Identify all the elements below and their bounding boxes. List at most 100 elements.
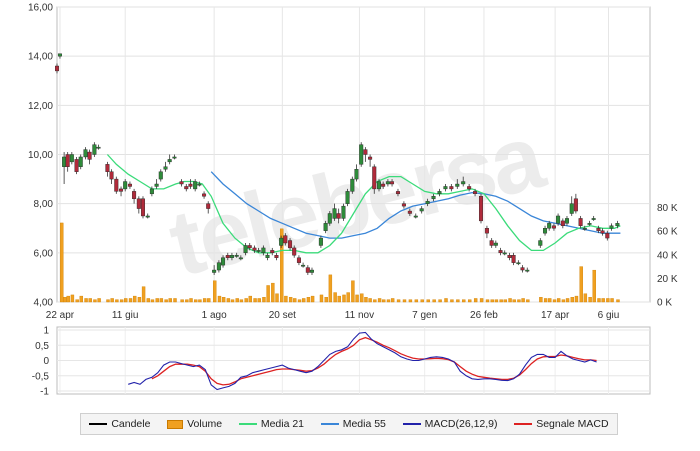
- volume-bar: [137, 297, 142, 303]
- price-panel: telebersa4,006,008,0010,0012,0014,0016,0…: [28, 3, 678, 322]
- volume-bar: [396, 299, 401, 303]
- volume-bar: [168, 298, 172, 303]
- candle: [206, 203, 211, 209]
- candle: [283, 235, 288, 244]
- volume-bar: [194, 299, 198, 303]
- volume-bar: [386, 299, 391, 303]
- volume-bar: [570, 297, 575, 303]
- volume-bar: [84, 298, 88, 303]
- candle: [238, 257, 243, 260]
- candle: [145, 215, 150, 218]
- volume-bar: [257, 298, 261, 303]
- candle: [455, 183, 460, 187]
- volume-bar: [226, 298, 231, 303]
- candle: [381, 183, 386, 187]
- candle: [74, 159, 79, 172]
- volume-bar: [266, 285, 270, 303]
- volume-bar: [275, 293, 279, 303]
- volume-bar: [402, 299, 407, 303]
- volume-bar: [202, 298, 207, 303]
- candle: [114, 178, 119, 192]
- volume-tick-label: 40 K: [657, 250, 678, 261]
- volume-bar: [221, 297, 226, 303]
- candle: [154, 183, 159, 187]
- volume-bar: [248, 295, 253, 303]
- candle: [87, 151, 92, 160]
- candle: [354, 169, 359, 180]
- volume-bar: [543, 298, 548, 303]
- volume-bar: [288, 297, 293, 303]
- volume-bar: [456, 299, 460, 303]
- volume-bar: [561, 299, 566, 303]
- candle: [279, 237, 284, 246]
- candle: [92, 144, 97, 155]
- candle: [431, 196, 436, 199]
- x-tick-label: 7 gen: [412, 310, 437, 321]
- volume-bar: [548, 298, 552, 303]
- candle: [578, 218, 583, 226]
- volume-bar: [606, 298, 610, 303]
- legend-label: Candele: [111, 418, 151, 430]
- candle: [443, 186, 448, 190]
- candle: [609, 225, 614, 229]
- y-tick-label: 16,00: [28, 3, 53, 14]
- candle: [437, 191, 442, 195]
- candle: [216, 262, 221, 271]
- candle: [551, 225, 556, 229]
- volume-bar: [146, 298, 151, 303]
- volume-bar: [583, 293, 588, 303]
- candle: [493, 242, 498, 246]
- volume-bar: [588, 297, 592, 303]
- candle: [376, 181, 381, 190]
- candle: [109, 171, 114, 180]
- volume-bar: [610, 298, 614, 303]
- candle: [261, 247, 266, 254]
- candle: [55, 65, 60, 72]
- candle: [413, 215, 418, 218]
- volume-bar: [601, 298, 605, 303]
- legend-item: Volume: [167, 418, 222, 430]
- candle: [516, 262, 521, 265]
- volume-bar: [552, 299, 557, 303]
- x-tick-label: 1 ago: [202, 310, 227, 321]
- volume-bar: [328, 274, 333, 303]
- candle: [212, 269, 217, 273]
- volume-bar: [310, 295, 315, 303]
- volume-bar: [494, 299, 499, 303]
- volume-bar: [444, 298, 448, 303]
- candle: [83, 149, 88, 158]
- candle: [179, 181, 184, 185]
- volume-bar: [150, 299, 155, 303]
- x-tick-label: 11 giu: [112, 310, 139, 321]
- volume-bar: [485, 299, 490, 303]
- candle: [140, 198, 145, 217]
- candle: [123, 181, 128, 190]
- volume-bar: [408, 299, 413, 303]
- volume-bar: [324, 297, 328, 303]
- y-tick-label: 14,00: [28, 52, 53, 63]
- macd-y-tick-label: 1: [43, 326, 49, 337]
- volume-bar: [284, 295, 288, 303]
- volume-bar: [373, 299, 377, 303]
- legend-swatch: [167, 419, 184, 429]
- candle: [225, 255, 230, 258]
- candle: [591, 218, 596, 220]
- candle: [256, 250, 261, 252]
- candle: [573, 198, 578, 212]
- legend-swatch: [320, 423, 339, 425]
- x-tick-label: 22 apr: [46, 310, 75, 321]
- candle: [359, 144, 364, 165]
- volume-bar: [244, 298, 248, 303]
- legend-label: MACD(26,12,9): [424, 418, 498, 430]
- candle: [587, 223, 592, 225]
- candle: [560, 220, 565, 226]
- volume-bar: [438, 299, 442, 303]
- candle: [221, 257, 226, 266]
- candle: [341, 205, 346, 219]
- candle: [158, 171, 163, 180]
- volume-bar: [556, 298, 561, 303]
- candle: [136, 198, 141, 209]
- candle: [323, 223, 328, 231]
- candle: [350, 178, 355, 192]
- volume-bar: [124, 298, 128, 303]
